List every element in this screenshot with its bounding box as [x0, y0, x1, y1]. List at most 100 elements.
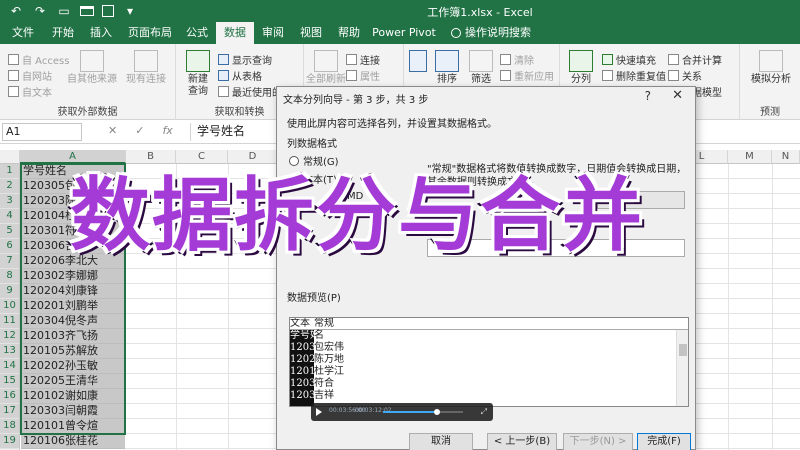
cell-a[interactable]: 120205王清华 — [21, 374, 125, 389]
date-format-fragment[interactable]: MD — [347, 191, 363, 202]
cell-a[interactable]: 120101曾令煊 — [21, 419, 125, 434]
column-header-c[interactable]: C — [176, 150, 228, 164]
cell-a[interactable]: 120302李娜娜 — [21, 269, 125, 284]
text-to-columns-button[interactable]: 分列 — [564, 50, 598, 86]
cell-a[interactable]: 120104杜学江 — [21, 209, 125, 224]
radio-text[interactable]: 文本(T) — [289, 171, 337, 186]
insert-function-icon[interactable]: fx — [162, 124, 172, 137]
row-header[interactable]: 16 — [0, 389, 20, 404]
row-header[interactable]: 12 — [0, 329, 20, 344]
back-button[interactable]: < 上一步(B) — [487, 433, 557, 450]
cell-a[interactable]: 120206李北大 — [21, 254, 125, 269]
cell-a[interactable]: 120201刘鹏举 — [21, 299, 125, 314]
row-header[interactable]: 3 — [0, 194, 20, 209]
column-header-n[interactable]: N — [772, 150, 800, 164]
cell-a[interactable]: 120306吉祥 — [21, 239, 125, 254]
column-header-a[interactable]: A — [20, 150, 126, 164]
what-if-analysis-button[interactable]: 模拟分析 — [748, 50, 794, 86]
row-header[interactable]: 4 — [0, 209, 20, 224]
finish-button[interactable]: 完成(F) — [637, 433, 691, 450]
row-header[interactable]: 18 — [0, 419, 20, 434]
cell-a[interactable]: 120102谢如康 — [21, 389, 125, 404]
from-web-button[interactable]: 自网站 — [8, 68, 52, 83]
row-header[interactable]: 5 — [0, 224, 20, 239]
tab-page-layout[interactable]: 页面布局 — [122, 22, 178, 44]
tab-formulas[interactable]: 公式 — [180, 22, 214, 44]
enter-icon[interactable]: ✓ — [135, 124, 144, 137]
row-header[interactable]: 15 — [0, 374, 20, 389]
select-all-corner[interactable] — [0, 150, 20, 164]
cell-a[interactable]: 120202孙玉敏 — [21, 359, 125, 374]
preview-scrollbar[interactable] — [676, 330, 688, 406]
tab-review[interactable]: 审阅 — [256, 22, 290, 44]
row-header[interactable]: 19 — [0, 434, 20, 449]
tab-power-pivot[interactable]: Power Pivot — [372, 22, 436, 44]
row-header[interactable]: 2 — [0, 179, 20, 194]
video-progress-knob[interactable] — [434, 409, 441, 415]
connections-button[interactable]: 连接 — [346, 52, 380, 67]
clear-button[interactable]: 清除 — [500, 52, 534, 67]
reapply-button[interactable]: 重新应用 — [500, 68, 554, 83]
help-icon[interactable]: ? — [645, 89, 651, 103]
advanced-button[interactable] — [597, 191, 685, 209]
sort-az-icon[interactable] — [406, 50, 430, 74]
video-progress-track[interactable] — [383, 409, 463, 415]
tab-file[interactable]: 文件 — [6, 22, 40, 44]
properties-button[interactable]: 属性 — [346, 68, 380, 83]
column-header-d[interactable]: D — [228, 150, 278, 164]
fullscreen-icon[interactable]: ⤢ — [481, 407, 487, 417]
tab-insert[interactable]: 插入 — [84, 22, 118, 44]
column-header-m[interactable]: M — [728, 150, 772, 164]
consolidate-button[interactable]: 合并计算 — [668, 52, 722, 67]
row-header[interactable]: 13 — [0, 344, 20, 359]
row-header[interactable]: 6 — [0, 239, 20, 254]
cell-a[interactable]: 120105苏解放 — [21, 344, 125, 359]
sort-button[interactable]: 排序 — [432, 50, 462, 86]
column-header-b[interactable]: B — [126, 150, 176, 164]
cell-a[interactable]: 120304倪冬声 — [21, 314, 125, 329]
remove-duplicates-button[interactable]: 删除重复值 — [602, 68, 666, 83]
row-header[interactable]: 11 — [0, 314, 20, 329]
close-icon[interactable]: ✕ — [672, 88, 683, 103]
from-access-button[interactable]: 自 Access — [8, 52, 69, 67]
row-header[interactable]: 17 — [0, 404, 20, 419]
refresh-all-button[interactable]: 全部刷新 — [306, 50, 346, 86]
destination-field[interactable] — [427, 239, 685, 257]
cell-a[interactable]: 120203陈万地 — [21, 194, 125, 209]
show-queries-button[interactable]: 显示查询 — [218, 52, 272, 67]
name-box[interactable]: A1 — [2, 123, 82, 141]
cell-a[interactable]: 120305包宏伟 — [21, 179, 125, 194]
from-other-sources-button[interactable]: 自其他来源 — [66, 50, 118, 86]
cancel-button[interactable]: 取消 — [409, 433, 473, 450]
tab-home[interactable]: 开始 — [46, 22, 80, 44]
row-header[interactable]: 10 — [0, 299, 20, 314]
cell-a[interactable]: 120301符合 — [21, 224, 125, 239]
cell-a[interactable]: 120106张桂花 — [21, 434, 125, 449]
row-header[interactable]: 7 — [0, 254, 20, 269]
row-header[interactable]: 9 — [0, 284, 20, 299]
filter-button[interactable]: 筛选 — [466, 50, 496, 86]
tab-view[interactable]: 视图 — [294, 22, 328, 44]
cancel-icon[interactable]: ✕ — [108, 124, 117, 137]
next-button[interactable]: 下一步(N) > — [563, 433, 633, 450]
tell-me-search[interactable]: 操作说明搜索 — [446, 22, 536, 44]
row-header[interactable]: 1 — [0, 164, 20, 179]
row-header[interactable]: 14 — [0, 359, 20, 374]
radio-general[interactable]: 常规(G) — [289, 153, 339, 168]
from-text-button[interactable]: 自文本 — [8, 84, 52, 99]
flash-fill-button[interactable]: 快速填充 — [602, 52, 656, 67]
cell-a[interactable]: 学号姓名 — [21, 164, 125, 179]
cell-a[interactable]: 120204刘康锋 — [21, 284, 125, 299]
tab-help[interactable]: 帮助 — [332, 22, 366, 44]
play-icon[interactable] — [316, 408, 322, 416]
relationships-button[interactable]: 关系 — [668, 68, 702, 83]
from-table-button[interactable]: 从表格 — [218, 68, 262, 83]
preview-scroll-thumb[interactable] — [679, 344, 687, 356]
cell-a[interactable]: 120103齐飞扬 — [21, 329, 125, 344]
data-preview-box[interactable]: 文本常规 学号姓名120305包宏伟120203陈万地120104杜学江1203… — [289, 317, 689, 407]
existing-connections-button[interactable]: 现有连接 — [122, 50, 170, 86]
tab-data[interactable]: 数据 — [216, 22, 254, 44]
row-header[interactable]: 8 — [0, 269, 20, 284]
new-query-button[interactable]: 新建 查询 — [180, 50, 216, 98]
cell-a[interactable]: 120303闫朝霞 — [21, 404, 125, 419]
